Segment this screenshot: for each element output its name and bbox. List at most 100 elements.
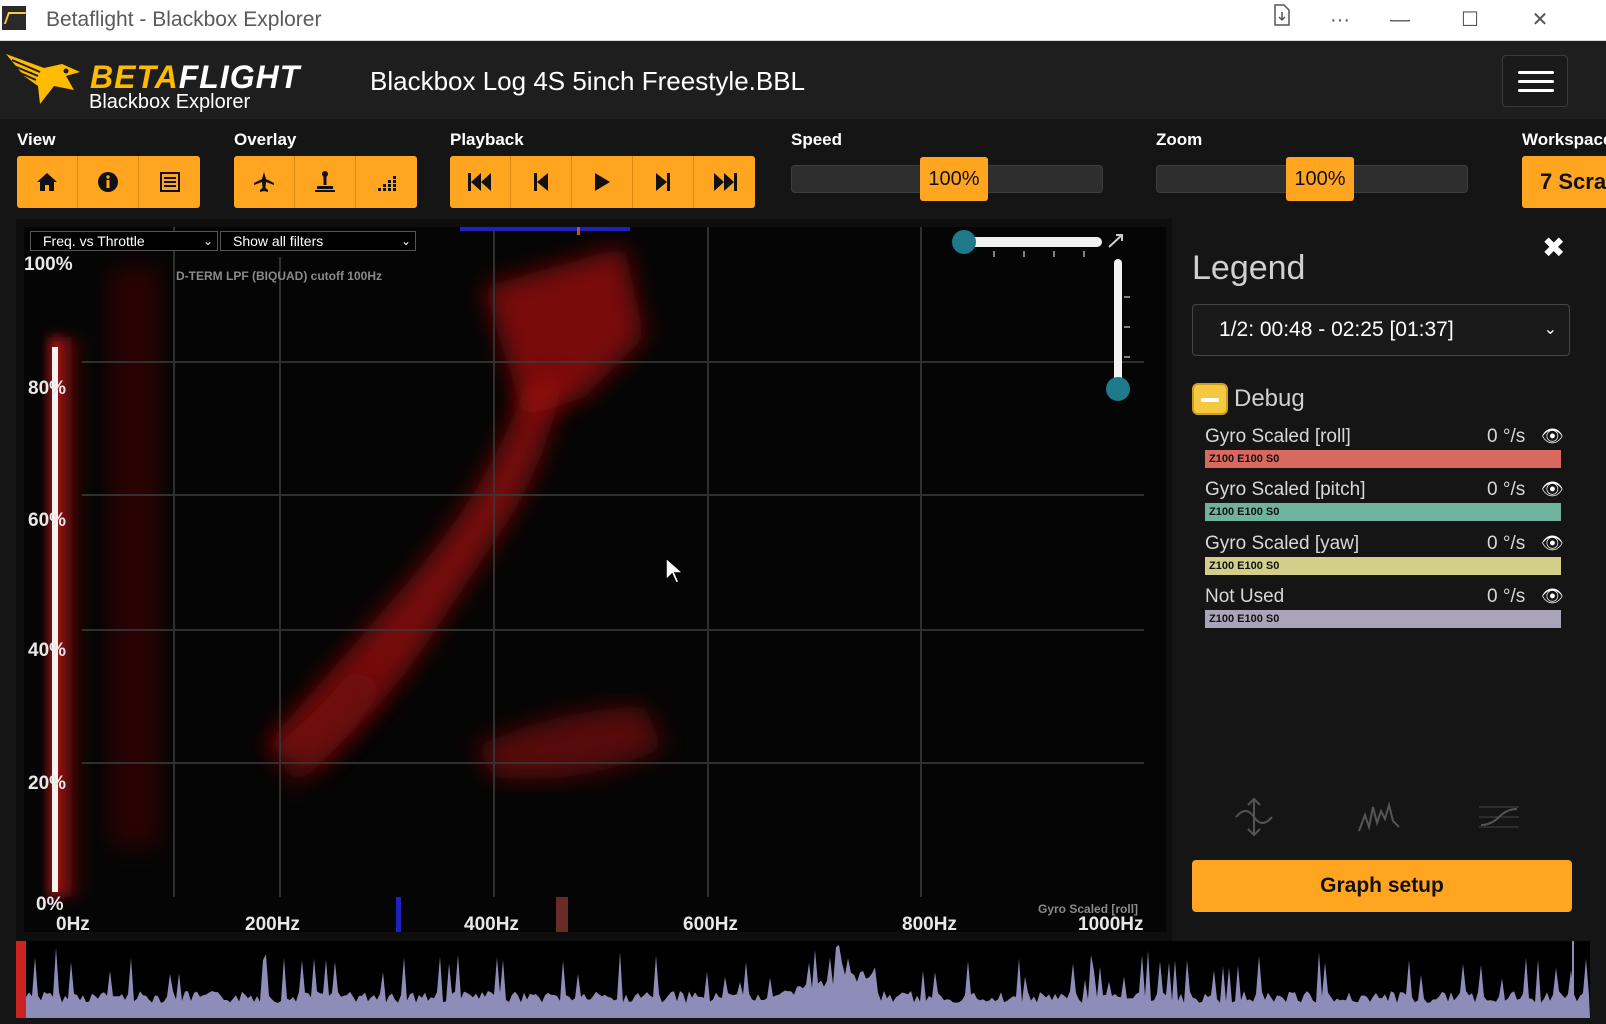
y-tick-80: 80% xyxy=(28,378,67,399)
view-label: View xyxy=(17,130,56,149)
app-icon xyxy=(2,6,26,30)
step-forward-button[interactable] xyxy=(633,156,694,208)
skip-to-end-icon xyxy=(713,173,737,191)
playback-button-group xyxy=(450,156,755,208)
log-range-value: 1/2: 00:48 - 02:25 [01:37] xyxy=(1219,318,1454,341)
close-legend-icon[interactable]: ✖ xyxy=(1542,231,1565,264)
view-button-group xyxy=(17,156,200,208)
chevron-down-icon: ⌄ xyxy=(1543,321,1557,338)
legend-title: Legend xyxy=(1192,249,1306,287)
play-icon xyxy=(595,173,610,191)
legend-series-row[interactable]: Not Used 0 °/s 👁 Z100 E100 S0 xyxy=(1205,586,1564,632)
series-value: 0 °/s xyxy=(1487,533,1526,554)
filter-select[interactable]: Show all filters ⌄ xyxy=(220,231,416,251)
analyser-graph[interactable]: Freq. vs Throttle ⌄ Show all filters ⌄ D… xyxy=(16,219,1172,941)
home-icon xyxy=(37,173,57,191)
info-button[interactable] xyxy=(78,156,139,208)
maximize-icon[interactable]: ☐ xyxy=(1450,4,1490,36)
eye-icon[interactable]: 👁 xyxy=(1541,479,1564,500)
series-settings-bar[interactable]: Z100 E100 S0 xyxy=(1205,610,1561,628)
y-tick-100: 100% xyxy=(24,254,73,275)
close-icon[interactable]: ✕ xyxy=(1520,4,1560,36)
skip-to-start-icon xyxy=(468,173,491,191)
zoom-label: Zoom xyxy=(1156,130,1203,149)
spectrum-icon xyxy=(377,176,396,191)
x-tick-1000: 1000Hz xyxy=(1078,914,1144,935)
eye-icon[interactable]: 👁 xyxy=(1541,533,1564,554)
series-settings-bar[interactable]: Z100 E100 S0 xyxy=(1205,557,1561,575)
legend-series-row[interactable]: Gyro Scaled [pitch] 0 °/s 👁 Z100 E100 S0 xyxy=(1205,479,1564,525)
analyser-overlay-button[interactable] xyxy=(356,156,417,208)
overlay-button-group xyxy=(234,156,417,208)
series-value: 0 °/s xyxy=(1487,479,1526,500)
workspace-button[interactable]: 7 Scra xyxy=(1522,156,1606,208)
series-name: Gyro Scaled [yaw] xyxy=(1205,533,1360,554)
y-tick-40: 40% xyxy=(28,640,67,661)
craft-overlay-button[interactable] xyxy=(234,156,295,208)
smoothing-icon[interactable] xyxy=(1357,797,1401,837)
menu-button[interactable] xyxy=(1502,55,1568,107)
step-back-button[interactable] xyxy=(511,156,572,208)
list-icon xyxy=(159,172,180,192)
series-settings-bar[interactable]: Z100 E100 S0 xyxy=(1205,503,1561,521)
zoom-slider-thumb[interactable]: 100% xyxy=(1286,157,1354,201)
app-header: BETAFLIGHT Blackbox Explorer Blackbox Lo… xyxy=(0,41,1606,119)
step-forward-icon xyxy=(656,173,670,191)
betaflight-logo-icon xyxy=(6,54,80,104)
eye-icon[interactable]: 👁 xyxy=(1541,586,1564,607)
sticks-overlay-button[interactable] xyxy=(295,156,356,208)
legend-panel: Legend ✖ 1/2: 00:48 - 02:25 [01:37] ⌄ De… xyxy=(1172,219,1606,941)
filter-select-value: Show all filters xyxy=(233,233,324,249)
legend-series-row[interactable]: Gyro Scaled [yaw] 0 °/s 👁 Z100 E100 S0 xyxy=(1205,533,1564,579)
document-icon[interactable] xyxy=(1262,4,1302,36)
info-icon xyxy=(98,172,118,192)
window-titlebar: Betaflight - Blackbox Explorer ··· — ☐ ✕ xyxy=(0,0,1606,41)
series-value: 0 °/s xyxy=(1487,586,1526,607)
graph-setup-button[interactable]: Graph setup xyxy=(1192,860,1572,912)
jump-end-button[interactable] xyxy=(694,156,755,208)
x-tick-400: 400Hz xyxy=(464,914,519,935)
analyser-mode-select[interactable]: Freq. vs Throttle ⌄ xyxy=(30,231,218,251)
brand-subtitle: Blackbox Explorer xyxy=(89,91,251,113)
y-tick-20: 20% xyxy=(28,773,67,794)
debug-group-icon[interactable] xyxy=(1192,383,1228,415)
chevron-down-icon: ⌄ xyxy=(400,234,411,248)
more-icon[interactable]: ··· xyxy=(1320,4,1360,36)
jump-start-button[interactable] xyxy=(450,156,511,208)
brand-prefix: BETA xyxy=(90,59,179,95)
series-settings-bar[interactable]: Z100 E100 S0 xyxy=(1205,450,1561,468)
log-title: Blackbox Log 4S 5inch Freestyle.BBL xyxy=(370,66,806,96)
series-name: Gyro Scaled [pitch] xyxy=(1205,479,1366,500)
y-tick-0: 0% xyxy=(36,894,64,915)
log-overview-timeline[interactable] xyxy=(16,941,1590,1018)
log-table-button[interactable] xyxy=(139,156,200,208)
log-range-select[interactable]: 1/2: 00:48 - 02:25 [01:37] ⌄ xyxy=(1192,304,1570,356)
speed-label: Speed xyxy=(791,130,843,149)
joystick-icon xyxy=(315,171,335,192)
step-back-icon xyxy=(534,173,548,191)
workspace-label: Workspace xyxy=(1522,130,1606,149)
play-button[interactable] xyxy=(572,156,633,208)
filter-annotation: D-TERM LPF (BIQUAD) cutoff 100Hz xyxy=(176,269,382,283)
toolbar: View Overlay Playback Speed 100% Zoom 10… xyxy=(0,119,1606,219)
spectrogram-canvas xyxy=(24,227,1166,932)
y-tick-60: 60% xyxy=(28,510,67,531)
home-button[interactable] xyxy=(17,156,78,208)
curve-icon[interactable] xyxy=(1477,797,1521,837)
legend-series-row[interactable]: Gyro Scaled [roll] 0 °/s 👁 Z100 E100 S0 xyxy=(1205,426,1564,472)
x-tick-0: 0Hz xyxy=(56,914,90,935)
series-value: 0 °/s xyxy=(1487,426,1526,447)
x-tick-800: 800Hz xyxy=(902,914,957,935)
brand-suffix: FLIGHT xyxy=(178,59,301,95)
series-name: Gyro Scaled [roll] xyxy=(1205,426,1351,447)
speed-slider-thumb[interactable]: 100% xyxy=(920,157,988,201)
zoom-expand-icon[interactable] xyxy=(1232,797,1276,837)
minimize-icon[interactable]: — xyxy=(1380,4,1420,36)
series-name: Not Used xyxy=(1205,586,1285,607)
spectrogram-plot[interactable] xyxy=(24,227,1166,932)
eye-icon[interactable]: 👁 xyxy=(1541,426,1564,447)
window-title: Betaflight - Blackbox Explorer xyxy=(46,8,322,31)
analyser-mode-value: Freq. vs Throttle xyxy=(43,233,145,249)
debug-group-label[interactable]: Debug xyxy=(1234,385,1305,413)
airplane-icon xyxy=(254,172,274,192)
